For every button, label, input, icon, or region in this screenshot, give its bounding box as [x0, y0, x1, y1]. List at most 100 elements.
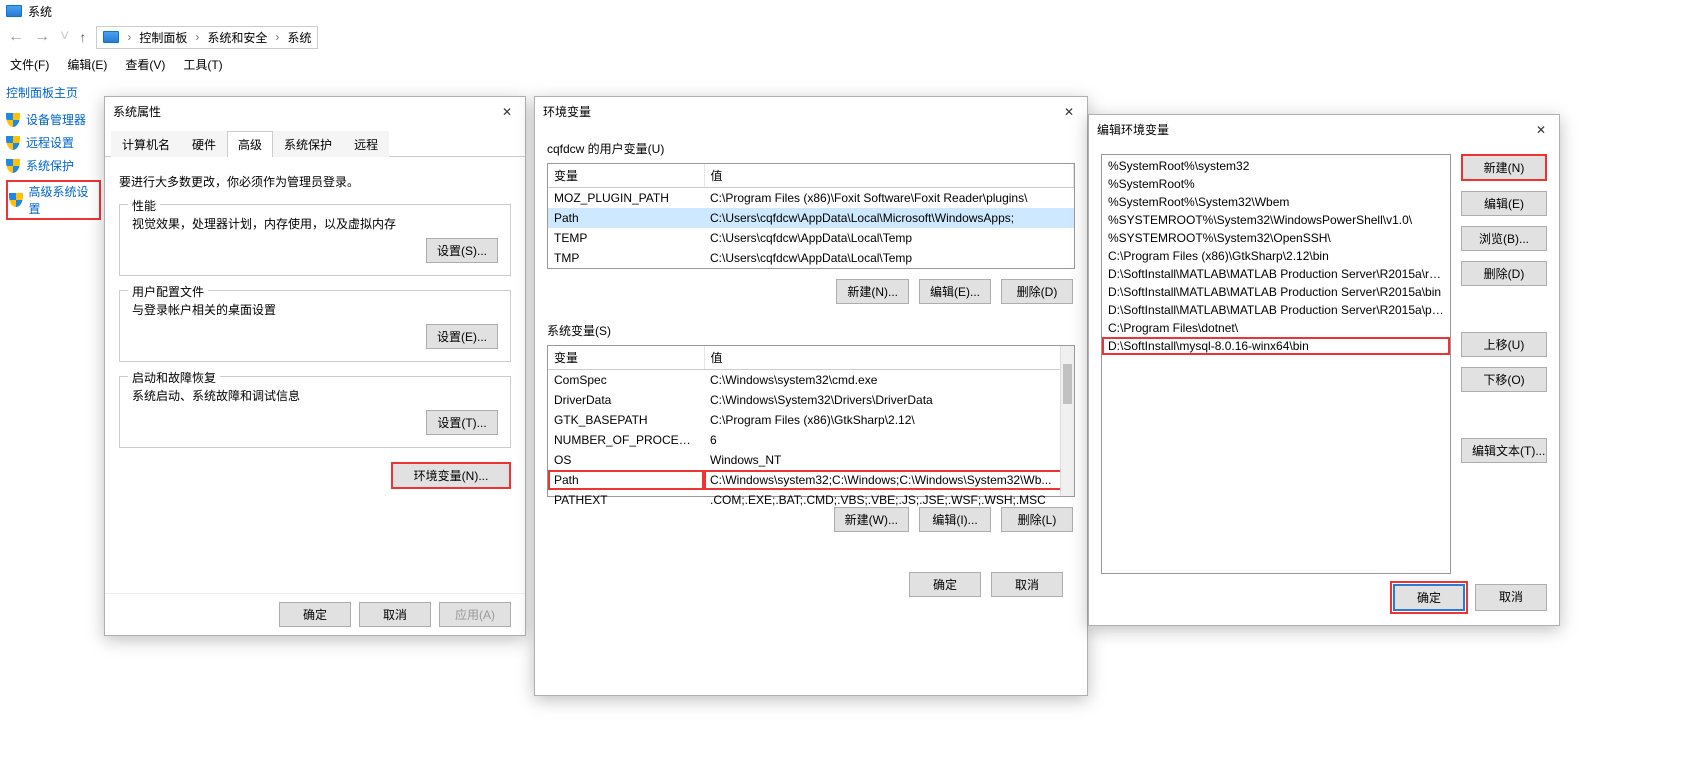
- list-item[interactable]: D:\SoftInstall\MATLAB\MATLAB Production …: [1102, 301, 1450, 319]
- list-item[interactable]: C:\Program Files\dotnet\: [1102, 319, 1450, 337]
- table-row[interactable]: PathC:\Windows\system32;C:\Windows;C:\Wi…: [548, 470, 1074, 490]
- table-row[interactable]: OSWindows_NT: [548, 450, 1074, 470]
- startup-recovery-group: 启动和故障恢复 系统启动、系统故障和调试信息 设置(T)...: [119, 376, 511, 448]
- breadcrumb-item[interactable]: 控制面板: [139, 29, 187, 46]
- edit-text-button[interactable]: 编辑文本(T)...: [1461, 438, 1547, 463]
- breadcrumb-item[interactable]: 系统和安全: [207, 29, 267, 46]
- chevron-right-icon: ›: [127, 30, 131, 44]
- cell-val: C:\Users\cqfdcw\AppData\Local\Temp: [704, 248, 1074, 268]
- sidebar-item-label: 远程设置: [26, 134, 74, 151]
- group-desc: 视觉效果，处理器计划，内存使用，以及虚拟内存: [132, 215, 498, 232]
- table-row[interactable]: PATHEXT.COM;.EXE;.BAT;.CMD;.VBS;.VBE;.JS…: [548, 490, 1074, 510]
- move-down-button[interactable]: 下移(O): [1461, 367, 1547, 392]
- shield-icon: [9, 193, 23, 207]
- col-header-val[interactable]: 值: [704, 164, 1074, 188]
- ok-button[interactable]: 确定: [279, 602, 351, 627]
- delete-button[interactable]: 删除(D): [1461, 261, 1547, 286]
- sys-vars-table[interactable]: 变量 值 ComSpecC:\Windows\system32\cmd.exeD…: [547, 345, 1075, 497]
- list-item[interactable]: D:\SoftInstall\mysql-8.0.16-winx64\bin: [1102, 337, 1450, 355]
- user-new-button[interactable]: 新建(N)...: [836, 279, 909, 304]
- sidebar-item-advanced-settings[interactable]: 高级系统设置: [6, 180, 101, 220]
- environment-variables-button[interactable]: 环境变量(N)...: [391, 462, 511, 489]
- chevron-right-icon: ›: [275, 30, 279, 44]
- table-row[interactable]: DriverDataC:\Windows\System32\Drivers\Dr…: [548, 390, 1074, 410]
- table-row[interactable]: PathC:\Users\cqfdcw\AppData\Local\Micros…: [548, 208, 1074, 228]
- cell-var: Path: [548, 470, 704, 490]
- admin-note: 要进行大多数更改，你必须作为管理员登录。: [119, 173, 511, 190]
- tab-hardware[interactable]: 硬件: [181, 131, 227, 157]
- tab-advanced[interactable]: 高级: [227, 131, 273, 157]
- breadcrumb-item[interactable]: 系统: [287, 29, 311, 46]
- left-panel: 控制面板主页 设备管理器 远程设置 系统保护 高级系统设置: [6, 84, 101, 226]
- browse-button[interactable]: 浏览(B)...: [1461, 226, 1547, 251]
- col-header-var[interactable]: 变量: [548, 346, 704, 370]
- list-item[interactable]: %SystemRoot%\system32: [1102, 157, 1450, 175]
- back-arrow-icon[interactable]: ←: [8, 28, 24, 46]
- scrollbar[interactable]: [1060, 346, 1074, 496]
- up-arrow-icon[interactable]: ↑: [79, 29, 86, 45]
- move-up-button[interactable]: 上移(U): [1461, 332, 1547, 357]
- navigation-bar: ← → ˅ ↑ › 控制面板 › 系统和安全 › 系统: [0, 22, 1704, 52]
- shield-icon: [6, 113, 20, 127]
- sidebar-item-protection[interactable]: 系统保护: [6, 157, 101, 174]
- sys-delete-button[interactable]: 删除(L): [1001, 507, 1073, 532]
- cell-var: GTK_BASEPATH: [548, 410, 704, 430]
- new-button[interactable]: 新建(N): [1461, 154, 1547, 181]
- shield-icon: [6, 136, 20, 150]
- menu-file[interactable]: 文件(F): [10, 56, 49, 73]
- table-row[interactable]: MOZ_PLUGIN_PATHC:\Program Files (x86)\Fo…: [548, 188, 1074, 209]
- edit-button[interactable]: 编辑(E): [1461, 191, 1547, 216]
- chevron-right-icon: ›: [195, 30, 199, 44]
- sidebar-item-remote[interactable]: 远程设置: [6, 134, 101, 151]
- cancel-button[interactable]: 取消: [991, 572, 1063, 597]
- sys-edit-button[interactable]: 编辑(I)...: [919, 507, 991, 532]
- ok-button[interactable]: 确定: [909, 572, 981, 597]
- ok-button[interactable]: 确定: [1393, 584, 1465, 611]
- menu-bar: 文件(F) 编辑(E) 查看(V) 工具(T): [0, 52, 1704, 79]
- menu-edit[interactable]: 编辑(E): [67, 56, 107, 73]
- user-edit-button[interactable]: 编辑(E)...: [919, 279, 991, 304]
- dropdown-arrow-icon[interactable]: ˅: [60, 28, 69, 46]
- list-item[interactable]: D:\SoftInstall\MATLAB\MATLAB Production …: [1102, 283, 1450, 301]
- list-item[interactable]: %SystemRoot%\System32\Wbem: [1102, 193, 1450, 211]
- close-icon[interactable]: ✕: [497, 105, 517, 119]
- col-header-val[interactable]: 值: [704, 346, 1074, 370]
- menu-view[interactable]: 查看(V): [125, 56, 165, 73]
- startup-settings-button[interactable]: 设置(T)...: [426, 410, 498, 435]
- list-item[interactable]: %SYSTEMROOT%\System32\WindowsPowerShell\…: [1102, 211, 1450, 229]
- cell-var: TMP: [548, 248, 704, 268]
- user-delete-button[interactable]: 删除(D): [1001, 279, 1073, 304]
- profile-settings-button[interactable]: 设置(E)...: [426, 324, 498, 349]
- scrollbar-thumb[interactable]: [1063, 364, 1072, 404]
- tab-computer-name[interactable]: 计算机名: [111, 131, 181, 157]
- table-row[interactable]: ComSpecC:\Windows\system32\cmd.exe: [548, 370, 1074, 391]
- cancel-button[interactable]: 取消: [359, 602, 431, 627]
- close-icon[interactable]: ✕: [1059, 105, 1079, 119]
- list-item[interactable]: %SYSTEMROOT%\System32\OpenSSH\: [1102, 229, 1450, 247]
- table-row[interactable]: NUMBER_OF_PROCESSORS6: [548, 430, 1074, 450]
- address-bar[interactable]: › 控制面板 › 系统和安全 › 系统: [96, 26, 318, 49]
- col-header-var[interactable]: 变量: [548, 164, 704, 188]
- control-panel-home[interactable]: 控制面板主页: [6, 84, 101, 101]
- table-row[interactable]: GTK_BASEPATHC:\Program Files (x86)\GtkSh…: [548, 410, 1074, 430]
- list-item[interactable]: %SystemRoot%: [1102, 175, 1450, 193]
- list-item[interactable]: D:\SoftInstall\MATLAB\MATLAB Production …: [1102, 265, 1450, 283]
- window-title: 系统: [28, 3, 52, 20]
- tab-protection[interactable]: 系统保护: [273, 131, 343, 157]
- cell-val: C:\Users\cqfdcw\AppData\Local\Temp: [704, 228, 1074, 248]
- user-vars-table[interactable]: 变量 值 MOZ_PLUGIN_PATHC:\Program Files (x8…: [547, 163, 1075, 269]
- apply-button[interactable]: 应用(A): [439, 602, 511, 627]
- path-entries-list[interactable]: %SystemRoot%\system32%SystemRoot%%System…: [1101, 154, 1451, 574]
- performance-settings-button[interactable]: 设置(S)...: [426, 238, 498, 263]
- cell-var: TEMP: [548, 228, 704, 248]
- sidebar-item-device-manager[interactable]: 设备管理器: [6, 111, 101, 128]
- sys-new-button[interactable]: 新建(W)...: [834, 507, 909, 532]
- list-item[interactable]: C:\Program Files (x86)\GtkSharp\2.12\bin: [1102, 247, 1450, 265]
- tab-remote[interactable]: 远程: [343, 131, 389, 157]
- table-row[interactable]: TMPC:\Users\cqfdcw\AppData\Local\Temp: [548, 248, 1074, 268]
- menu-tools[interactable]: 工具(T): [183, 56, 222, 73]
- cancel-button[interactable]: 取消: [1475, 584, 1547, 611]
- close-icon[interactable]: ✕: [1531, 123, 1551, 137]
- cell-val: Windows_NT: [704, 450, 1074, 470]
- table-row[interactable]: TEMPC:\Users\cqfdcw\AppData\Local\Temp: [548, 228, 1074, 248]
